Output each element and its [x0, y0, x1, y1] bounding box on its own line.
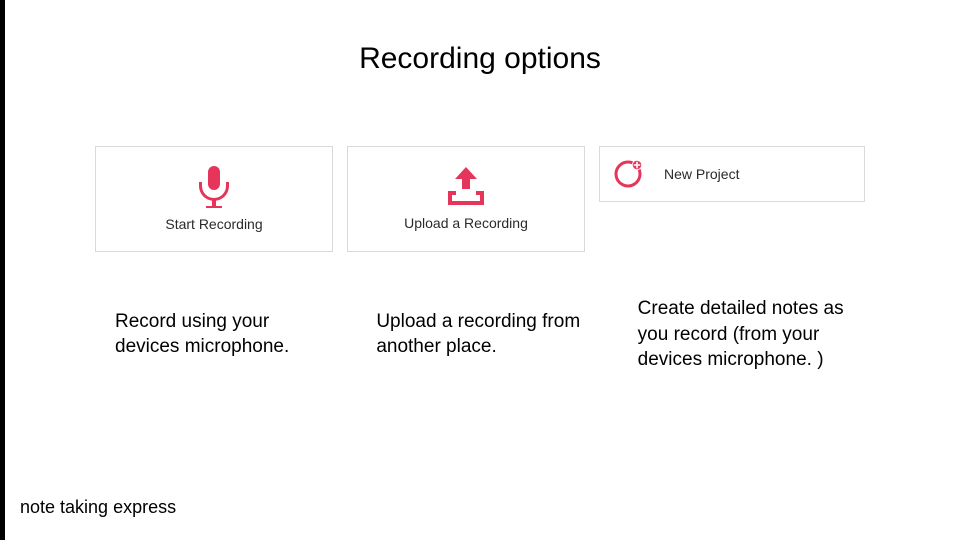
- slide: Recording options Start Recording: [0, 0, 960, 540]
- page-title: Recording options: [0, 42, 960, 76]
- left-accent-bar: [0, 0, 5, 540]
- option-description: Record using your devices microphone.: [95, 296, 342, 373]
- option-card-upload-recording[interactable]: Upload a Recording: [347, 146, 585, 252]
- plus-circle-icon: [614, 160, 642, 188]
- option-card-start-recording[interactable]: Start Recording: [95, 146, 333, 252]
- option-description: Upload a recording from another place.: [356, 296, 603, 373]
- descriptions-row: Record using your devices microphone. Up…: [95, 296, 865, 373]
- upload-icon: [444, 167, 488, 207]
- option-label: Upload a Recording: [404, 215, 528, 231]
- option-label: New Project: [664, 166, 739, 182]
- option-description: Create detailed notes as you record (fro…: [618, 296, 865, 373]
- options-row: Start Recording Upload a Recording: [95, 146, 865, 252]
- option-card-new-project[interactable]: New Project: [599, 146, 865, 202]
- footer-text: note taking express: [20, 497, 176, 518]
- option-label: Start Recording: [165, 216, 262, 232]
- microphone-icon: [197, 166, 231, 208]
